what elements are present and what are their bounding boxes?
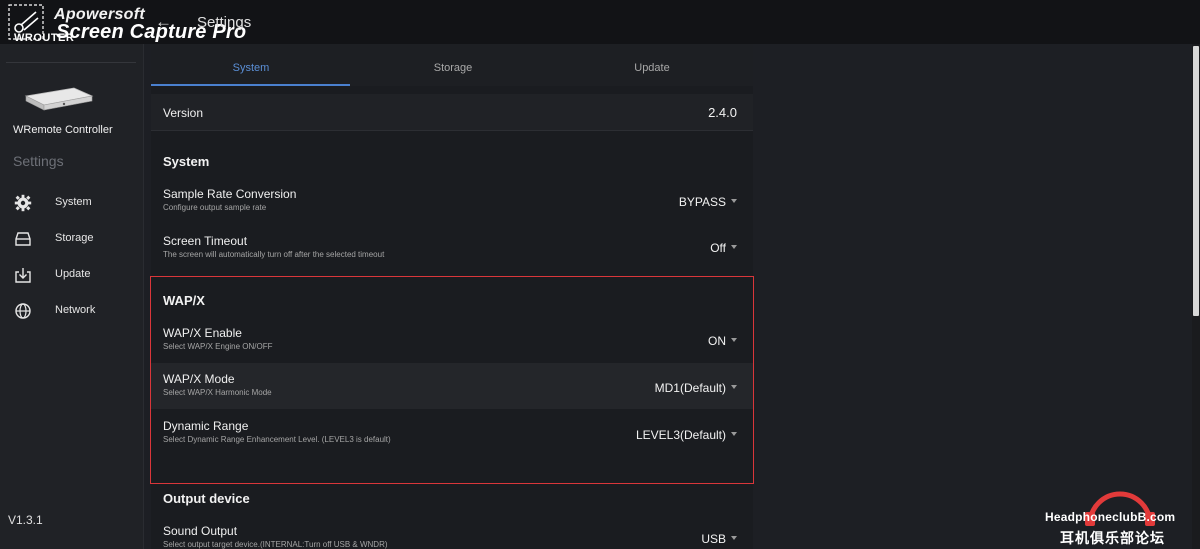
sidebar-item-label: Network xyxy=(55,304,96,316)
setting-dropdown[interactable]: Off xyxy=(710,241,737,255)
app-version: V1.3.1 xyxy=(8,513,43,527)
sidebar: WRemote Controller Settings System Stora… xyxy=(0,44,144,549)
tab-storage[interactable]: Storage xyxy=(353,44,553,86)
version-row: Version 2.4.0 xyxy=(151,94,753,130)
section-heading-system: System xyxy=(163,154,210,169)
router-device-icon xyxy=(24,87,94,111)
setting-description: The screen will automatically turn off a… xyxy=(163,250,385,259)
active-tab-indicator xyxy=(151,84,350,86)
back-button[interactable]: ← xyxy=(155,12,172,32)
sidebar-item-network[interactable]: Network xyxy=(0,295,144,325)
sidebar-item-label: Storage xyxy=(55,232,94,244)
top-bar: Apowersoft Screen Capture Pro WROUTER ← … xyxy=(0,0,1200,44)
sidebar-divider xyxy=(6,62,136,63)
setting-value: BYPASS xyxy=(678,195,726,209)
setting-dropdown[interactable]: BYPASS xyxy=(679,195,737,209)
setting-dropdown[interactable]: USB xyxy=(701,532,737,546)
drive-icon xyxy=(15,232,31,246)
highlight-box-wapx xyxy=(150,276,754,484)
setting-title: Sample Rate Conversion xyxy=(163,187,297,201)
setting-title: Sound Output xyxy=(163,524,238,538)
page-title: Settings xyxy=(197,14,252,31)
sidebar-item-storage[interactable]: Storage xyxy=(0,223,144,253)
app-logo-text: WROUTER xyxy=(14,32,75,44)
scrollbar[interactable] xyxy=(1192,44,1200,549)
tab-bar: System Storage Update xyxy=(151,44,753,86)
tab-system[interactable]: System xyxy=(151,44,351,86)
watermark-cn: 耳机俱乐部论坛 xyxy=(1060,530,1165,546)
divider xyxy=(151,130,753,131)
section-heading-output-device: Output device xyxy=(163,491,250,506)
version-label: Version xyxy=(163,106,204,120)
device-name: WRemote Controller xyxy=(13,124,113,136)
download-icon xyxy=(15,268,31,283)
setting-row-sample-rate[interactable]: Sample Rate Conversion Configure output … xyxy=(151,180,753,224)
gear-icon xyxy=(14,194,32,212)
sidebar-section-title: Settings xyxy=(13,153,64,169)
setting-row-sound-output[interactable]: Sound Output Select output target device… xyxy=(151,516,753,549)
setting-value: USB xyxy=(701,532,726,546)
tab-update[interactable]: Update xyxy=(552,44,752,86)
version-value: 2.4.0 xyxy=(708,105,737,120)
chevron-down-icon xyxy=(731,535,737,540)
sidebar-item-system[interactable]: System xyxy=(0,187,144,217)
chevron-down-icon xyxy=(731,244,737,249)
watermark: HeadphoneclubB.com 耳机俱乐部论坛 xyxy=(1040,486,1200,546)
scrollbar-thumb[interactable] xyxy=(1193,46,1199,316)
sidebar-item-label: Update xyxy=(55,268,91,280)
setting-row-screen-timeout[interactable]: Screen Timeout The screen will automatic… xyxy=(151,226,753,270)
sidebar-item-label: System xyxy=(55,196,92,208)
setting-description: Select output target device.(INTERNAL:Tu… xyxy=(163,540,388,549)
setting-title: Screen Timeout xyxy=(163,234,248,248)
sidebar-item-update[interactable]: Update xyxy=(0,259,144,289)
chevron-down-icon xyxy=(731,198,737,203)
watermark-text: HeadphoneclubB.com xyxy=(1045,510,1176,524)
setting-description: Configure output sample rate xyxy=(163,203,267,212)
globe-icon xyxy=(15,303,31,319)
setting-value: Off xyxy=(710,241,726,255)
